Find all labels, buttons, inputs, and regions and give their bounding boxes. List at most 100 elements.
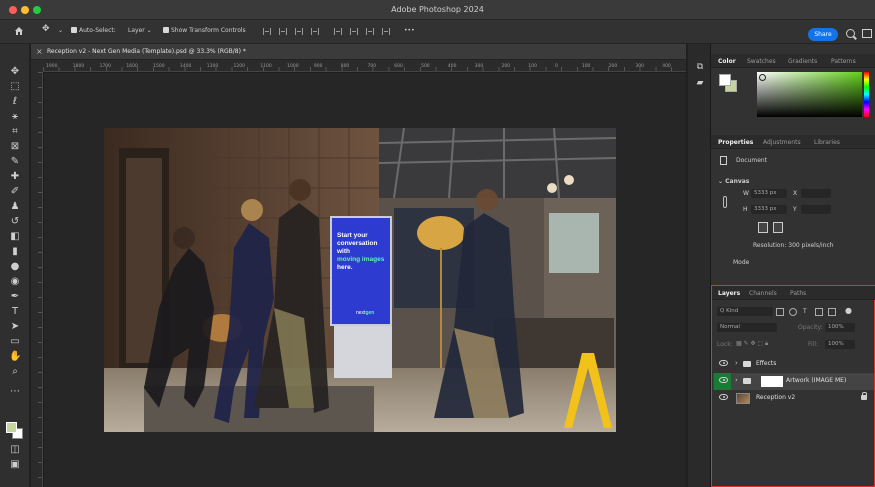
home-icon[interactable]: [14, 26, 24, 36]
ruler-tick-label: 100: [582, 63, 591, 69]
crop-tool-icon[interactable]: ⌗: [9, 126, 21, 138]
workspace-icon[interactable]: [862, 29, 872, 38]
width-field[interactable]: 5333 px: [751, 189, 787, 198]
gradient-tool-icon[interactable]: ▮: [9, 246, 21, 258]
history-panel-icon[interactable]: ⧉: [695, 62, 705, 72]
search-icon[interactable]: [846, 29, 855, 38]
filter-type-icon[interactable]: T: [803, 308, 807, 315]
auto-select-checkbox[interactable]: Auto-Select:: [71, 27, 116, 34]
ruler-tick-label: 1600: [126, 63, 138, 69]
filter-adjustment-icon[interactable]: [789, 308, 797, 316]
tab-adjustments[interactable]: Adjustments: [763, 139, 801, 146]
tool-preset-dropdown[interactable]: ⌄: [58, 27, 63, 34]
magic-wand-tool-icon[interactable]: ⚹: [9, 111, 21, 123]
filter-pixel-icon[interactable]: [776, 308, 784, 316]
more-tools-icon[interactable]: ⋯: [9, 386, 21, 398]
ruler-tick-label: 1800: [73, 63, 85, 69]
ruler-tick-label: 800: [341, 63, 350, 69]
portrait-orientation-icon[interactable]: [758, 222, 768, 233]
align-center-icon[interactable]: [279, 28, 287, 35]
tab-channels[interactable]: Channels: [749, 290, 777, 297]
panel-foreground-swatch[interactable]: [719, 74, 731, 86]
blend-mode-dropdown[interactable]: Normal: [717, 323, 777, 332]
history-brush-tool-icon[interactable]: ↺: [9, 216, 21, 228]
x-field[interactable]: [801, 189, 831, 198]
blur-tool-icon[interactable]: ●: [9, 261, 21, 273]
layer-thumbnail[interactable]: [736, 393, 750, 404]
layer-filter-dropdown[interactable]: Q Kind: [717, 307, 773, 316]
align-left-icon[interactable]: [263, 28, 271, 35]
ruler-origin[interactable]: [31, 60, 43, 72]
dodge-tool-icon[interactable]: ◉: [9, 276, 21, 288]
brush-tool-icon[interactable]: ✐: [9, 186, 21, 198]
show-transform-checkbox[interactable]: Show Transform Controls: [163, 27, 246, 34]
vertical-ruler[interactable]: [31, 72, 43, 487]
move-tool-icon[interactable]: ✥: [9, 66, 21, 78]
filter-toggle-icon[interactable]: ●: [845, 306, 852, 315]
distribute-spacing-icon[interactable]: [382, 28, 390, 35]
marquee-tool-icon[interactable]: ⬚: [9, 81, 21, 93]
close-icon[interactable]: ×: [36, 47, 43, 56]
healing-brush-tool-icon[interactable]: ✚: [9, 171, 21, 183]
quick-mask-icon[interactable]: ◫: [9, 444, 21, 456]
path-selection-tool-icon[interactable]: ➤: [9, 321, 21, 333]
color-picker-field[interactable]: [757, 72, 862, 117]
color-picker-cursor[interactable]: [759, 74, 766, 81]
hand-tool-icon[interactable]: ✋: [9, 351, 21, 363]
visibility-eye-icon[interactable]: [719, 360, 728, 366]
lasso-tool-icon[interactable]: ℓ: [9, 96, 21, 108]
layer-row-effects[interactable]: › Effects: [713, 356, 874, 373]
distribute-center-icon[interactable]: [350, 28, 358, 35]
tab-patterns[interactable]: Patterns: [831, 58, 856, 65]
more-options-button[interactable]: •••: [404, 27, 415, 34]
layer-row-artwork[interactable]: › Artwork (IMAGE ME): [713, 373, 874, 390]
align-right-icon[interactable]: [295, 28, 303, 35]
pen-tool-icon[interactable]: ✒: [9, 291, 21, 303]
height-field[interactable]: 3333 px: [751, 205, 787, 214]
type-tool-icon[interactable]: T: [9, 306, 21, 318]
tab-paths[interactable]: Paths: [790, 290, 806, 297]
link-dimensions-icon[interactable]: [723, 196, 727, 208]
canvas-image[interactable]: Start your conversation with moving imag…: [104, 128, 616, 432]
filter-smart-object-icon[interactable]: [828, 308, 836, 316]
hue-slider[interactable]: [864, 72, 869, 117]
align-top-icon[interactable]: [311, 28, 319, 35]
horizontal-ruler[interactable]: 1900 1800 1700 1600 1500 1400 1300 1200 1100 1000…: [43, 60, 686, 72]
move-tool-icon[interactable]: ✥: [42, 24, 50, 34]
filter-shape-icon[interactable]: [815, 308, 823, 316]
auto-select-label: Auto-Select:: [79, 27, 116, 34]
clone-stamp-tool-icon[interactable]: ♟: [9, 201, 21, 213]
canvas-section-header[interactable]: ⌄ Canvas: [718, 178, 749, 185]
tab-color[interactable]: Color: [718, 58, 736, 65]
y-field[interactable]: [801, 205, 831, 214]
eyedropper-tool-icon[interactable]: ✎: [9, 156, 21, 168]
tab-properties[interactable]: Properties: [718, 139, 753, 146]
properties-type-label: Document: [736, 157, 768, 164]
frame-tool-icon[interactable]: ⊠: [9, 141, 21, 153]
chevron-right-icon[interactable]: ›: [735, 376, 738, 384]
visibility-eye-icon[interactable]: [719, 394, 728, 400]
comments-panel-icon[interactable]: ▰: [695, 78, 705, 88]
foreground-color-swatch[interactable]: [6, 422, 17, 433]
zoom-tool-icon[interactable]: ⌕: [9, 366, 21, 378]
document-tab[interactable]: × Reception v2 - Next Gen Media (Templat…: [31, 44, 686, 60]
distribute-right-icon[interactable]: [366, 28, 374, 35]
tab-swatches[interactable]: Swatches: [747, 58, 776, 65]
distribute-left-icon[interactable]: [334, 28, 342, 35]
rectangle-tool-icon[interactable]: ▭: [9, 336, 21, 348]
chevron-right-icon[interactable]: ›: [735, 359, 738, 367]
tab-layers[interactable]: Layers: [718, 290, 740, 297]
opacity-field[interactable]: 100%: [825, 323, 855, 332]
layer-row-reception[interactable]: Reception v2: [713, 390, 874, 407]
share-button[interactable]: Share: [808, 28, 838, 41]
visibility-eye-icon[interactable]: [719, 377, 728, 383]
auto-select-target-dropdown[interactable]: Layer ⌄: [128, 27, 152, 34]
lock-icons[interactable]: ▦ ✎ ✥ ⬚ 🔒︎: [736, 340, 768, 348]
screen-mode-icon[interactable]: ▣: [9, 459, 21, 471]
landscape-orientation-icon[interactable]: [773, 222, 783, 233]
layer-mask-thumbnail[interactable]: [761, 376, 783, 387]
tab-gradients[interactable]: Gradients: [788, 58, 817, 65]
eraser-tool-icon[interactable]: ◧: [9, 231, 21, 243]
tab-libraries[interactable]: Libraries: [814, 139, 840, 146]
fill-field[interactable]: 100%: [825, 340, 855, 349]
